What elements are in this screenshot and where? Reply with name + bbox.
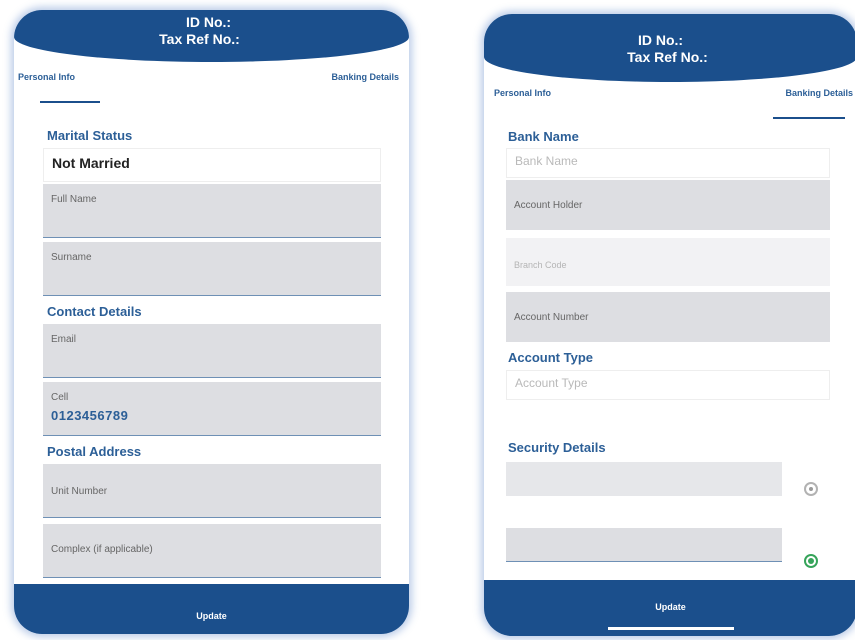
account-type-title: Account Type xyxy=(508,350,593,365)
account-holder-field[interactable]: Account Holder xyxy=(506,180,830,230)
email-field[interactable]: Email xyxy=(43,324,381,378)
account-holder-label: Account Holder xyxy=(514,200,583,211)
account-type-select[interactable]: Account Type xyxy=(506,370,830,400)
update-button[interactable]: Update xyxy=(655,602,686,612)
cell-field[interactable]: Cell 0123456789 xyxy=(43,382,381,436)
profile-header: ID No.: Tax Ref No.: xyxy=(14,10,409,62)
password-input[interactable] xyxy=(506,462,782,496)
tab-bar: Personal Info Banking Details xyxy=(14,72,409,112)
home-indicator xyxy=(607,627,734,630)
cell-label: Cell xyxy=(51,392,69,403)
security-details-title: Security Details xyxy=(508,440,606,455)
profile-header: ID No.: Tax Ref No.: xyxy=(484,14,855,82)
unit-number-label: Unit Number xyxy=(51,486,108,497)
tab-bar: Personal Info Banking Details xyxy=(484,88,855,128)
id-number-label: ID No.: xyxy=(185,14,232,30)
email-label: Email xyxy=(51,334,77,345)
full-name-field[interactable]: Full Name xyxy=(43,184,381,238)
branch-code-placeholder: Branch Code xyxy=(514,260,567,270)
account-number-label: Account Number xyxy=(514,312,589,323)
marital-status-title: Marital Status xyxy=(47,128,133,143)
contact-details-title: Contact Details xyxy=(47,304,142,319)
postal-address-title: Postal Address xyxy=(47,444,142,459)
branch-code-field[interactable]: Branch Code xyxy=(506,238,830,286)
banking-details-screen: ID No.: Tax Ref No.: Personal Info Banki… xyxy=(484,14,855,636)
bank-name-input[interactable]: Bank Name xyxy=(506,148,830,178)
bank-name-placeholder: Bank Name xyxy=(515,154,578,168)
marital-status-select[interactable]: Not Married xyxy=(43,148,381,182)
account-type-placeholder: Account Type xyxy=(515,376,588,390)
complex-field[interactable]: Complex (if applicable) xyxy=(43,524,381,578)
cell-value: 0123456789 xyxy=(51,408,129,423)
update-bar[interactable]: Update xyxy=(484,580,855,636)
tab-banking-details[interactable]: Banking Details xyxy=(785,88,853,98)
tax-ref-label: Tax Ref No.: xyxy=(159,31,240,47)
account-number-field[interactable]: Account Number xyxy=(506,292,830,342)
eye-icon[interactable] xyxy=(804,482,818,496)
complex-label: Complex (if applicable) xyxy=(51,544,153,555)
update-button[interactable]: Update xyxy=(196,611,227,621)
tab-banking-details[interactable]: Banking Details xyxy=(331,72,399,82)
id-number-label: ID No.: xyxy=(637,32,684,48)
confirm-password-input[interactable] xyxy=(506,528,782,562)
tax-ref-label: Tax Ref No.: xyxy=(627,49,708,65)
surname-label: Surname xyxy=(51,252,92,263)
surname-field[interactable]: Surname xyxy=(43,242,381,296)
active-tab-indicator xyxy=(773,117,845,119)
update-bar[interactable]: Update xyxy=(14,584,409,634)
eye-icon[interactable] xyxy=(804,554,818,568)
bank-name-title: Bank Name xyxy=(508,129,579,144)
full-name-label: Full Name xyxy=(51,194,97,205)
tab-personal-info[interactable]: Personal Info xyxy=(494,88,551,98)
active-tab-indicator xyxy=(40,101,100,103)
unit-number-field[interactable]: Unit Number xyxy=(43,464,381,518)
tab-personal-info[interactable]: Personal Info xyxy=(18,72,75,82)
personal-info-screen: ID No.: Tax Ref No.: Personal Info Banki… xyxy=(14,10,409,634)
